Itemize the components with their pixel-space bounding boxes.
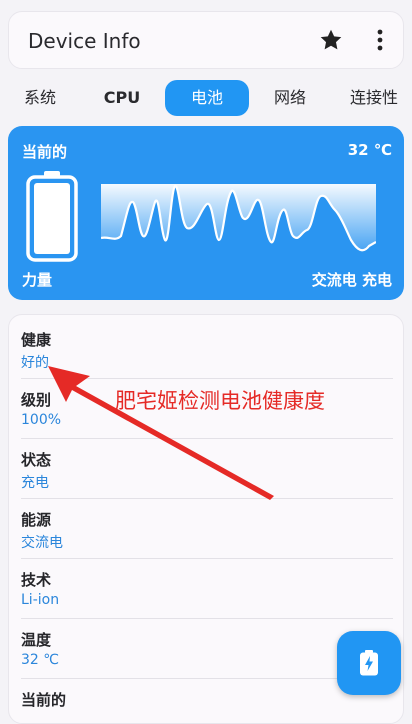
tab-battery[interactable]: 电池 [165, 80, 249, 116]
detail-row-technology: 技术 Li-ion [21, 555, 393, 619]
battery-summary-card: 当前的 32 ℃ 力量 交流电 充电 [8, 126, 404, 300]
app-title: Device Info [28, 29, 141, 53]
battery-level-icon [26, 171, 78, 262]
detail-value: 100% [21, 412, 62, 428]
detail-key: 状态 [21, 451, 52, 469]
app-bar: Device Info [8, 11, 404, 69]
current-label: 当前的 [22, 143, 68, 161]
detail-key: 技术 [21, 571, 52, 589]
detail-value: 交流电 [21, 535, 63, 551]
battery-fab-button[interactable] [337, 631, 401, 695]
annotation-text: 肥宅姬检测电池健康度 [115, 389, 325, 413]
detail-row-health: 健康 好的 [21, 315, 393, 379]
more-vert-icon[interactable] [372, 27, 388, 53]
detail-row-status: 状态 充电 [21, 435, 393, 499]
detail-value: Li-ion [21, 592, 60, 608]
tab-network[interactable]: 网络 [258, 80, 322, 116]
detail-value: 好的 [21, 355, 49, 371]
detail-value: 32 ℃ [21, 652, 59, 668]
power-source-label: 交流电 充电 [311, 271, 392, 289]
detail-key: 能源 [21, 511, 52, 529]
detail-key: 温度 [21, 631, 52, 649]
detail-value: 充电 [21, 475, 49, 491]
tab-bar: 系统 CPU 电池 网络 连接性 [0, 80, 412, 120]
star-icon[interactable] [318, 27, 344, 53]
detail-row-power-source: 能源 交流电 [21, 495, 393, 559]
detail-key: 当前的 [21, 691, 67, 709]
detail-key: 级别 [21, 391, 52, 409]
power-label: 力量 [22, 271, 53, 289]
temperature-label: 32 ℃ [347, 141, 392, 159]
detail-key: 健康 [21, 331, 52, 349]
tab-connectivity[interactable]: 连接性 [340, 80, 408, 116]
tab-system[interactable]: 系统 [8, 80, 72, 116]
tab-cpu[interactable]: CPU [90, 80, 154, 116]
current-history-graph [101, 184, 376, 252]
battery-charging-icon [360, 650, 378, 676]
